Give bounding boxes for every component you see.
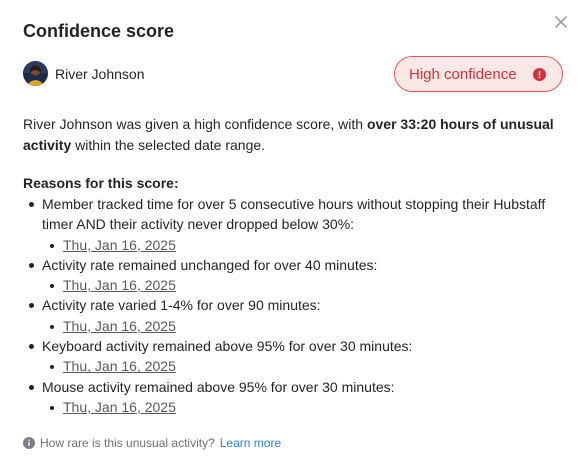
- reason-text: Activity rate remained unchanged for ove…: [42, 256, 378, 273]
- reason-text: Activity rate varied 1-4% for over 90 mi…: [42, 297, 321, 314]
- avatar: [23, 61, 48, 86]
- footer-question: How rare is this unusual activity?: [40, 436, 215, 450]
- reason-item: Mouse activity remained above 95% for ov…: [23, 377, 563, 397]
- reason-text: Member tracked time for over 5 consecuti…: [42, 196, 546, 233]
- reasons-list: Member tracked time for over 5 consecuti…: [23, 194, 563, 417]
- summary-part1: River Johnson was given a high confidenc…: [23, 116, 367, 132]
- confidence-score-dialog: Confidence score River Johnson High conf…: [0, 0, 587, 468]
- date-link[interactable]: Thu, Jan 16, 2025: [63, 399, 176, 415]
- confidence-badge-label: High confidence: [409, 65, 517, 83]
- reason-item: Keyboard activity remained above 95% for…: [23, 336, 563, 356]
- reason-item: Activity rate varied 1-4% for over 90 mi…: [23, 295, 563, 315]
- reason-item: Member tracked time for over 5 consecuti…: [23, 194, 563, 235]
- info-icon: [23, 437, 35, 449]
- member-name: River Johnson: [55, 65, 145, 82]
- date-link[interactable]: Thu, Jan 16, 2025: [63, 358, 176, 374]
- reason-date-item: Thu, Jan 16, 2025: [23, 356, 563, 376]
- reason-date-item: Thu, Jan 16, 2025: [23, 275, 563, 295]
- confidence-badge[interactable]: High confidence: [394, 56, 563, 92]
- reason-date-item: Thu, Jan 16, 2025: [23, 235, 563, 255]
- reason-text: Mouse activity remained above 95% for ov…: [42, 378, 395, 395]
- dialog-title: Confidence score: [23, 21, 175, 41]
- info-icon[interactable]: [533, 68, 546, 81]
- member-info: River Johnson: [23, 61, 145, 86]
- reason-date-item: Thu, Jan 16, 2025: [23, 316, 563, 336]
- date-link[interactable]: Thu, Jan 16, 2025: [63, 277, 176, 293]
- footer: How rare is this unusual activity? Learn…: [23, 436, 281, 450]
- date-link[interactable]: Thu, Jan 16, 2025: [63, 318, 176, 334]
- reason-item: Activity rate remained unchanged for ove…: [23, 255, 563, 275]
- reason-date-item: Thu, Jan 16, 2025: [23, 397, 563, 417]
- summary-part2: within the selected date range.: [71, 136, 266, 153]
- learn-more-link[interactable]: Learn more: [220, 436, 281, 450]
- date-link[interactable]: Thu, Jan 16, 2025: [63, 237, 176, 253]
- reason-text: Keyboard activity remained above 95% for…: [42, 338, 413, 355]
- close-icon[interactable]: [553, 14, 569, 30]
- summary-text: River Johnson was given a high confidenc…: [23, 114, 563, 155]
- reasons-title: Reasons for this score:: [23, 175, 179, 191]
